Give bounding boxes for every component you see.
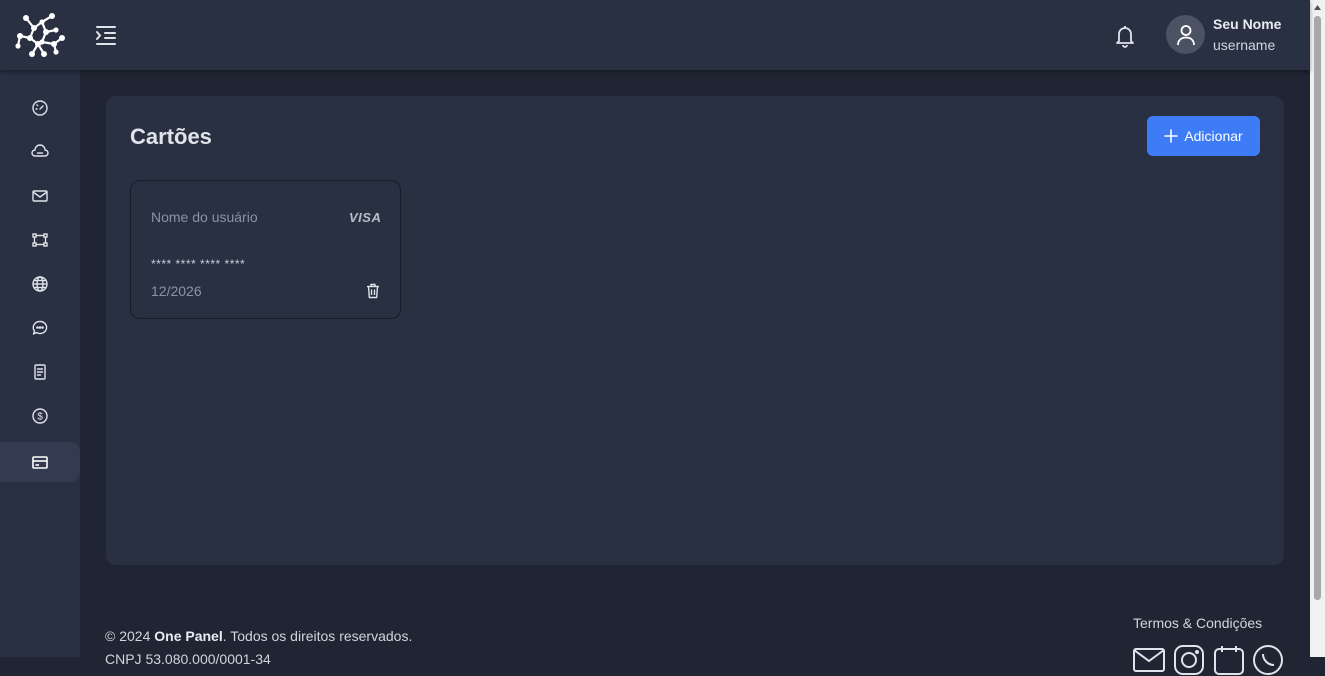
card-number: **** **** **** **** (151, 257, 246, 271)
chat-icon (32, 320, 48, 335)
top-bar: Seu Nome username (0, 0, 1310, 70)
add-card-button[interactable]: Adicionar (1147, 116, 1260, 156)
mail-icon[interactable] (1133, 644, 1165, 676)
instagram-icon[interactable] (1173, 644, 1205, 676)
sidebar-item-mail[interactable] (0, 176, 80, 216)
page-title: Cartões (130, 124, 212, 149)
credit-card-icon (32, 456, 48, 469)
add-button-label: Adicionar (1184, 128, 1243, 144)
copyright-text: . Todos os direitos reservados. (222, 628, 413, 644)
scrollbar[interactable] (1310, 0, 1325, 657)
dashboard-gauge-icon (32, 100, 48, 116)
card-holder-name: Nome do usuário (151, 209, 258, 225)
user-name: Seu Nome (1213, 16, 1282, 32)
cloud-icon (31, 144, 49, 157)
footer-copyright: © 2024 One Panel. Todos os direitos rese… (105, 628, 412, 644)
footer-cnpj: CNPJ 53.080.000/0001-34 (105, 651, 271, 667)
bell-icon[interactable] (1113, 23, 1137, 49)
trash-icon[interactable] (366, 283, 380, 299)
cards-panel: Cartões Adicionar Nome do usuário VISA *… (106, 96, 1284, 565)
calendar-icon[interactable] (1213, 644, 1245, 676)
user-menu[interactable]: Seu Nome username (1166, 14, 1306, 58)
sidebar-item-invoices[interactable] (0, 352, 80, 392)
logo-icon[interactable] (12, 10, 68, 62)
copyright-year: © 2024 (105, 628, 151, 644)
card-brand-logo: VISA (349, 210, 382, 225)
terms-link[interactable]: Termos & Condições (1133, 615, 1262, 631)
sidebar-item-domains[interactable] (0, 264, 80, 304)
footer-brand: One Panel (154, 628, 223, 644)
sidebar-item-cards[interactable] (0, 442, 80, 482)
whatsapp-icon[interactable] (1252, 644, 1284, 676)
sidebar-item-dashboard[interactable] (0, 88, 80, 128)
plus-icon (1164, 129, 1179, 143)
globe-icon (32, 276, 48, 292)
sidebar-item-support[interactable] (0, 308, 80, 348)
card-expiry: 12/2026 (151, 283, 202, 299)
svg-text:$: $ (37, 412, 43, 423)
sidebar-item-nodes[interactable] (0, 220, 80, 260)
sidebar-item-billing[interactable]: $ (0, 396, 80, 436)
scroll-up-arrow-icon[interactable] (1313, 3, 1322, 12)
menu-toggle-icon[interactable] (94, 24, 118, 46)
sidebar: $ (0, 70, 80, 657)
dollar-icon: $ (32, 408, 48, 424)
user-icon (1176, 24, 1195, 45)
mail-icon (32, 190, 48, 202)
user-login: username (1213, 37, 1276, 53)
invoice-icon (34, 364, 46, 380)
sidebar-item-cloud[interactable] (0, 132, 80, 172)
scroll-thumb[interactable] (1314, 16, 1321, 600)
credit-card[interactable]: Nome do usuário VISA **** **** **** ****… (130, 180, 401, 319)
avatar[interactable] (1166, 15, 1205, 54)
nodes-icon (32, 233, 48, 247)
